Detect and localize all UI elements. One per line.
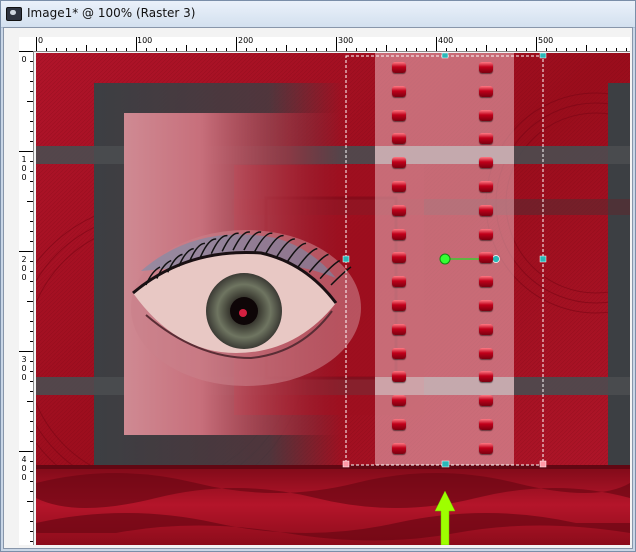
ruler-top: 0 100 200 300 400 500 — [36, 37, 630, 52]
film-hole — [479, 228, 493, 240]
film-hole — [392, 133, 406, 145]
film-hole — [392, 442, 406, 454]
film-hole — [392, 395, 406, 407]
ruler-top-label-500: 500 — [538, 36, 554, 45]
film-hole — [479, 62, 493, 73]
film-hole — [479, 323, 493, 335]
film-hole — [479, 133, 493, 145]
ruler-left-label-400: 400 — [21, 455, 27, 482]
film-hole — [479, 419, 493, 430]
ruler-top-label-0: 0 — [38, 36, 44, 45]
film-hole — [392, 419, 406, 430]
film-hole — [392, 300, 406, 311]
film-hole — [479, 395, 493, 407]
film-hole — [479, 181, 493, 192]
film-hole — [392, 252, 406, 264]
film-hole — [479, 204, 493, 216]
film-hole — [392, 347, 406, 359]
film-hole — [479, 109, 493, 121]
ruler-left-label-300: 300 — [21, 355, 27, 382]
film-hole — [392, 109, 406, 121]
film-hole — [479, 252, 493, 264]
ruler-left-label-200: 200 — [21, 255, 27, 282]
ruler-left-label-100: 100 — [21, 155, 27, 182]
film-hole — [479, 157, 493, 169]
film-hole — [479, 442, 493, 454]
film-hole — [479, 85, 493, 97]
film-hole — [392, 62, 406, 73]
camera-icon — [6, 7, 22, 21]
film-hole — [479, 347, 493, 359]
film-hole — [479, 300, 493, 311]
film-hole — [392, 204, 406, 216]
film-hole — [392, 371, 406, 383]
film-hole — [479, 276, 493, 288]
ruler-left-label-0: 0 — [21, 55, 27, 64]
ruler-top-label-300: 300 — [338, 36, 354, 45]
film-hole — [392, 276, 406, 288]
ruler-corner — [19, 37, 37, 52]
film-hole — [392, 228, 406, 240]
film-hole — [392, 157, 406, 169]
image-canvas[interactable] — [36, 53, 630, 545]
film-hole — [392, 323, 406, 335]
film-hole — [479, 371, 493, 383]
ruler-top-label-100: 100 — [137, 36, 153, 45]
ruler-top-label-400: 400 — [438, 36, 454, 45]
title-bar[interactable]: Image1* @ 100% (Raster 3) — [1, 1, 635, 28]
film-hole — [392, 181, 406, 192]
window-title: Image1* @ 100% (Raster 3) — [27, 6, 196, 20]
ruler-left: 0 100 200 300 400 — [19, 51, 34, 545]
ruler-top-label-200: 200 — [238, 36, 254, 45]
canvas-artwork — [36, 53, 630, 545]
film-hole — [392, 85, 406, 97]
